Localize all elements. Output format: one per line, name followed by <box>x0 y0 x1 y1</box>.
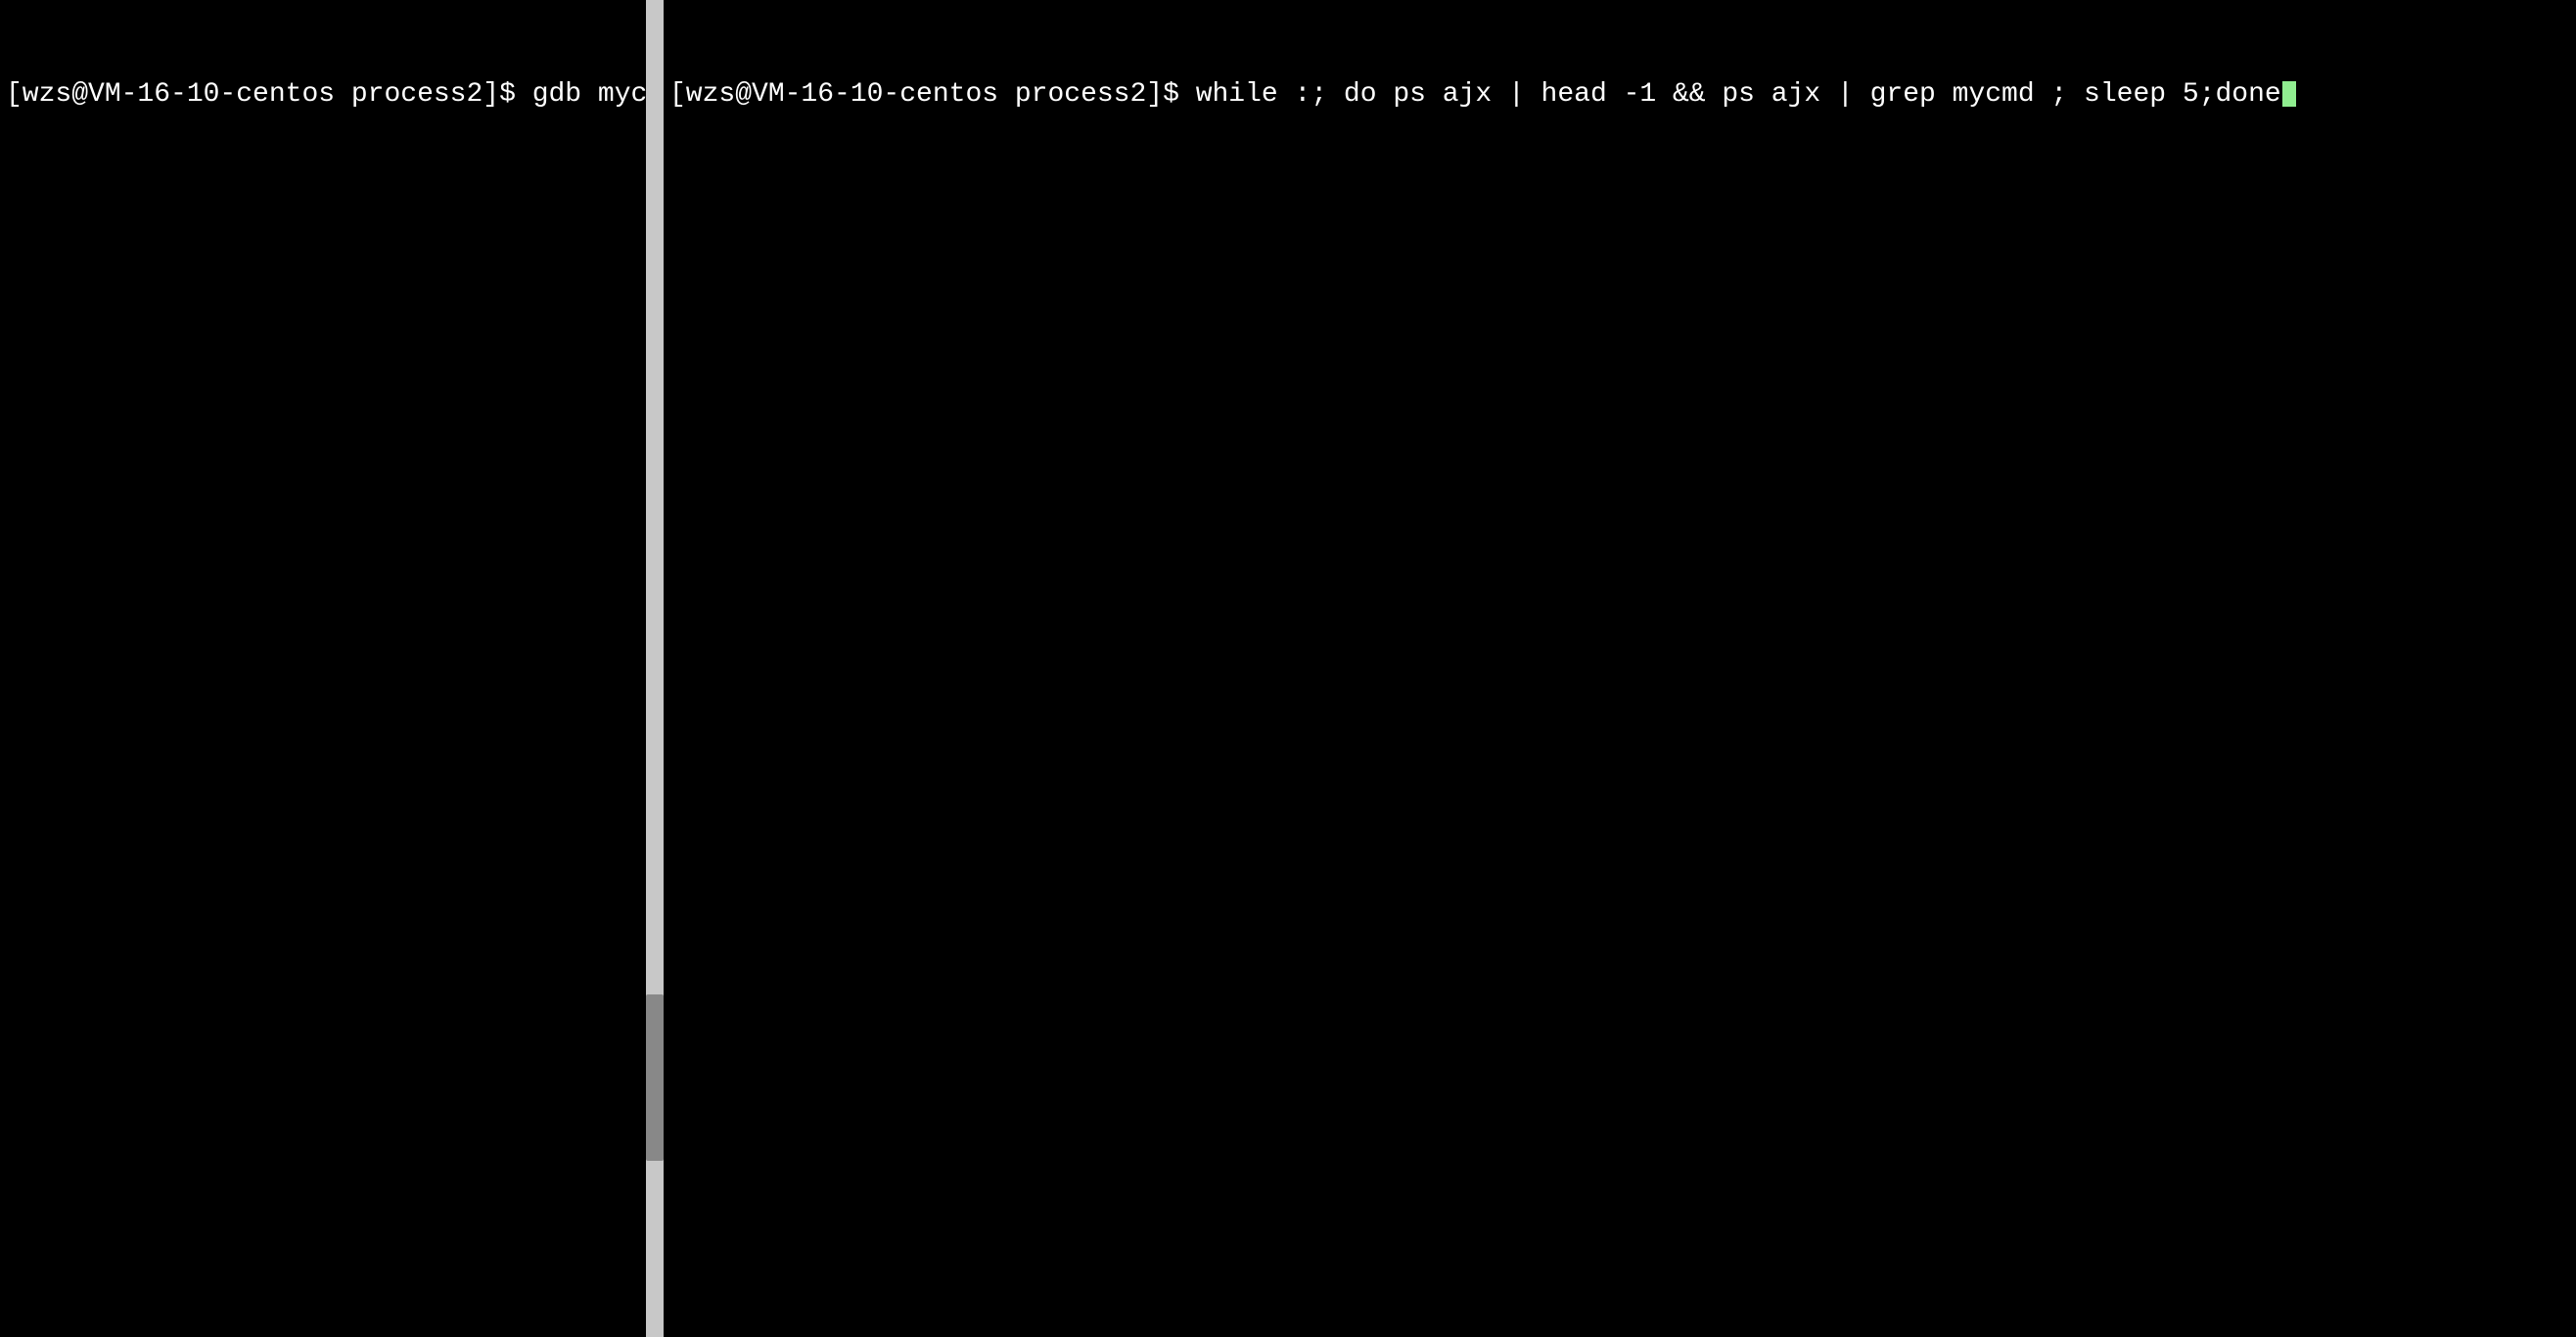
right-prompt-text: [wzs@VM-16-10-centos process2]$ <box>669 76 1179 114</box>
left-command-text: gdb mycmd <box>516 76 646 114</box>
right-command-text: while :; do ps ajx | head -1 && ps ajx |… <box>1179 76 2281 114</box>
pane-divider[interactable] <box>646 0 664 1337</box>
terminal-right[interactable]: [wzs@VM-16-10-centos process2]$ while :;… <box>664 0 2576 1337</box>
scrollbar-thumb[interactable] <box>646 994 664 1161</box>
right-cursor <box>2282 81 2296 107</box>
left-prompt-line: [wzs@VM-16-10-centos process2]$ gdb mycm… <box>6 76 640 114</box>
right-prompt-line: [wzs@VM-16-10-centos process2]$ while :;… <box>669 76 2570 114</box>
left-prompt-text: [wzs@VM-16-10-centos process2]$ <box>6 76 516 114</box>
terminal-left[interactable]: [wzs@VM-16-10-centos process2]$ gdb mycm… <box>0 0 646 1337</box>
